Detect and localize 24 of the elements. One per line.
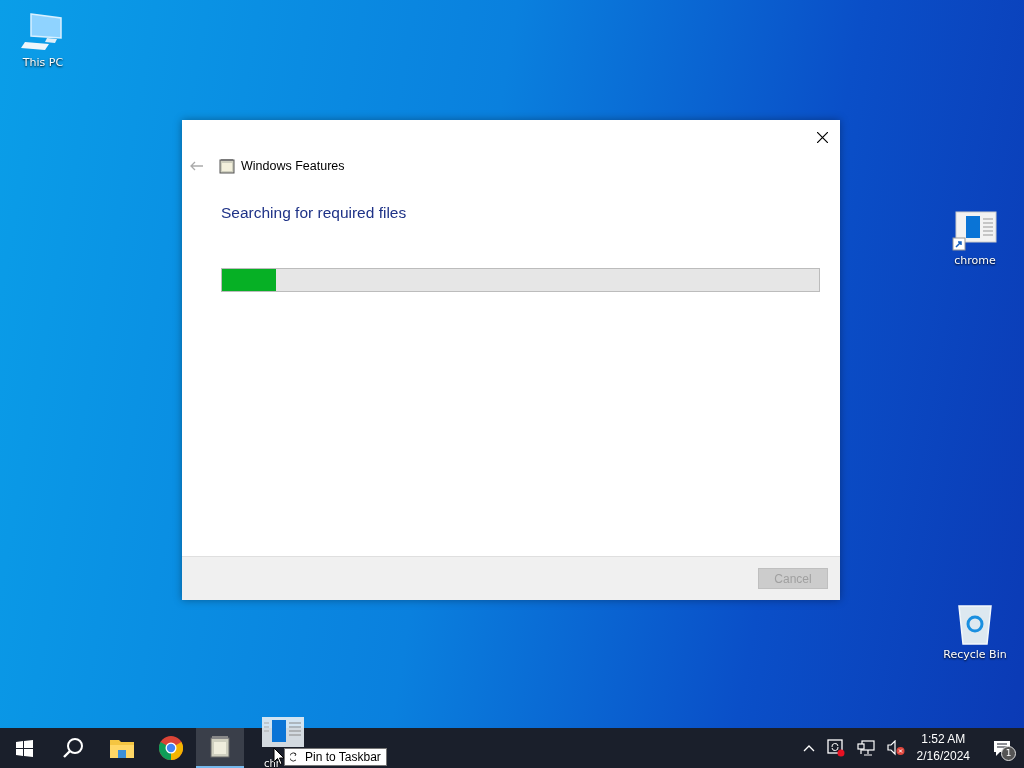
recycle-bin-icon[interactable] <box>955 602 995 646</box>
tooltip-text: Pin to Taskbar <box>305 750 381 764</box>
status-heading: Searching for required files <box>221 204 408 222</box>
window-shortcut-icon[interactable] <box>952 210 998 252</box>
folder-icon <box>110 738 134 758</box>
desktop-icon-label[interactable]: chrome <box>954 254 996 267</box>
chevron-up-icon[interactable] <box>802 744 815 752</box>
features-icon <box>210 736 230 758</box>
clock-time[interactable]: 1:52 AM <box>921 731 966 748</box>
clock-date[interactable]: 2/16/2024 <box>916 748 970 765</box>
windows-logo-icon <box>15 739 33 757</box>
features-icon <box>219 158 235 174</box>
taskbar-button[interactable] <box>196 728 244 768</box>
chrome-icon <box>159 736 183 760</box>
close-button[interactable] <box>814 129 830 145</box>
network-icon[interactable] <box>856 740 875 756</box>
window-title: Windows Features <box>241 159 345 173</box>
sync-alert-icon[interactable] <box>826 739 845 757</box>
dragged-window-icon <box>262 717 304 747</box>
search-icon <box>62 737 84 759</box>
dragged-item-label: chr <box>264 759 280 768</box>
speaker-muted-icon[interactable] <box>886 740 905 756</box>
desktop-icon-label[interactable]: Recycle Bin <box>943 648 1007 661</box>
notification-count: 1 <box>1001 746 1016 761</box>
